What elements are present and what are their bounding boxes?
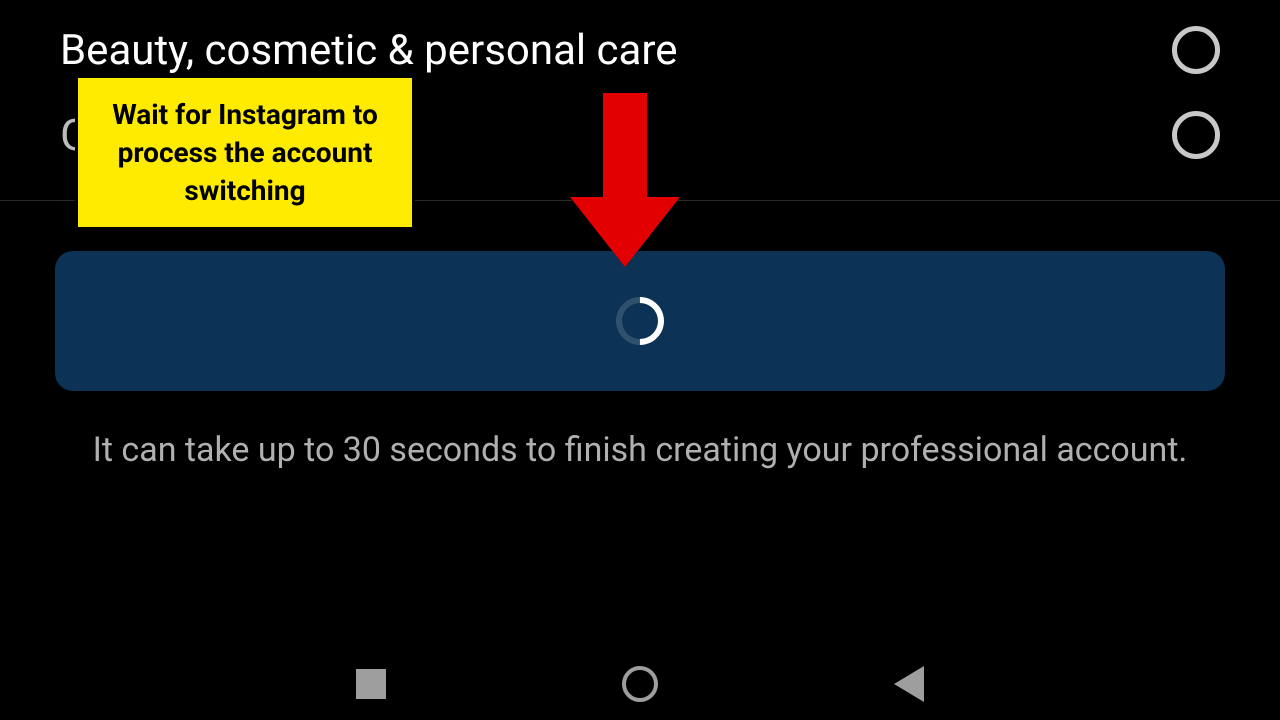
radio-unselected-icon[interactable] xyxy=(1172,26,1220,74)
recent-apps-icon[interactable] xyxy=(356,669,386,699)
loading-button xyxy=(55,251,1225,391)
radio-unselected-icon[interactable] xyxy=(1172,111,1220,159)
arrow-down-icon xyxy=(570,90,680,267)
spinner-icon xyxy=(606,287,674,355)
category-label: Beauty, cosmetic & personal care xyxy=(60,26,678,75)
back-icon[interactable] xyxy=(894,666,924,702)
android-nav-bar xyxy=(0,666,1280,702)
instruction-callout: Wait for Instagram to process the accoun… xyxy=(75,75,415,230)
processing-info-text: It can take up to 30 seconds to finish c… xyxy=(0,426,1280,475)
home-icon[interactable] xyxy=(622,666,658,702)
callout-text: Wait for Instagram to process the accoun… xyxy=(98,96,392,209)
